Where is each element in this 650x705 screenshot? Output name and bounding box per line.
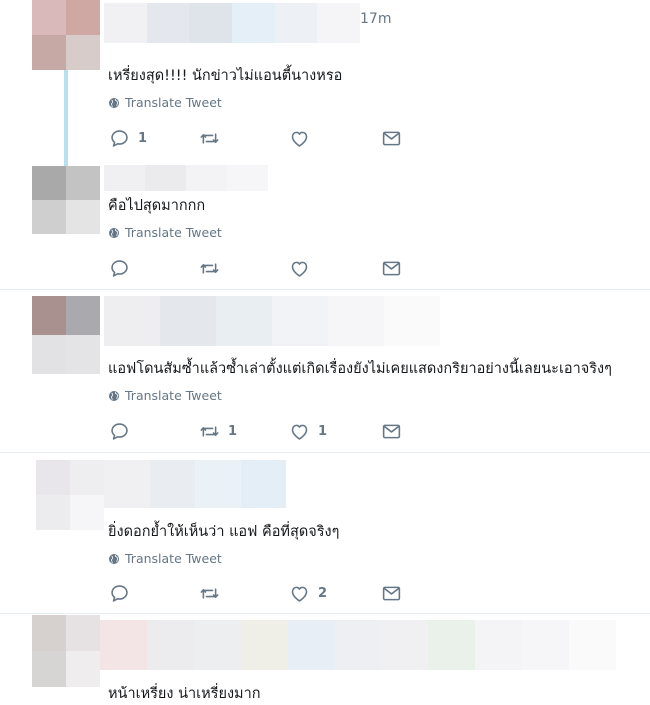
avatar[interactable] <box>32 166 100 234</box>
like-button[interactable] <box>289 128 318 149</box>
avatar[interactable] <box>32 296 100 374</box>
tweet-timestamp[interactable]: 17m <box>360 11 391 27</box>
like-count: 2 <box>318 586 328 601</box>
globe-icon <box>108 553 120 565</box>
avatar[interactable] <box>36 460 104 530</box>
globe-icon <box>108 227 120 239</box>
blurred-username[interactable] <box>100 620 616 670</box>
tweet-text: ยิ่งดอกย้ำให้เห็นว่า แอฟ คือที่สุดจริงๆ <box>108 524 340 540</box>
like-button[interactable]: 1 <box>289 421 327 442</box>
translate-label: Translate Tweet <box>125 95 222 110</box>
translate-label: Translate Tweet <box>125 225 222 240</box>
like-button[interactable] <box>289 258 318 279</box>
translate-link[interactable]: Translate Tweet <box>108 95 222 110</box>
tweet-text: หน้าเหรี่ยง น่าเหรี่ยงมาก <box>108 686 261 702</box>
tweet-text: เหรี่ยงสุด!!!! นักข่าวไม่แอนตี้นางหรอ <box>108 68 343 84</box>
avatar[interactable] <box>32 0 100 70</box>
heart-icon <box>289 128 310 149</box>
reply-button[interactable] <box>109 583 138 604</box>
retweet-icon <box>199 421 220 442</box>
retweet-button[interactable] <box>199 258 228 279</box>
mail-icon <box>381 128 402 149</box>
translate-label: Translate Tweet <box>125 388 222 403</box>
retweet-icon <box>199 128 220 149</box>
reply-icon <box>109 583 130 604</box>
retweet-button[interactable] <box>199 583 228 604</box>
tweet-divider <box>0 289 650 290</box>
tweet-divider <box>0 452 650 453</box>
reply-button[interactable]: 1 <box>109 128 147 149</box>
reply-button[interactable] <box>109 258 138 279</box>
thread-line <box>64 70 68 166</box>
blurred-username[interactable] <box>104 165 268 191</box>
retweet-icon <box>199 258 220 279</box>
tweet-divider <box>0 613 650 614</box>
retweet-icon <box>199 583 220 604</box>
like-count: 1 <box>318 424 328 439</box>
globe-icon <box>108 390 120 402</box>
mail-icon <box>381 421 402 442</box>
reply-button[interactable] <box>109 421 138 442</box>
reply-icon <box>109 421 130 442</box>
mail-icon <box>381 258 402 279</box>
retweet-button[interactable] <box>199 128 228 149</box>
globe-icon <box>108 97 120 109</box>
translate-link[interactable]: Translate Tweet <box>108 388 222 403</box>
blurred-username[interactable] <box>104 460 286 508</box>
dm-button[interactable] <box>381 128 402 149</box>
dm-button[interactable] <box>381 258 402 279</box>
reply-icon <box>109 258 130 279</box>
blurred-username[interactable] <box>104 296 440 346</box>
like-button[interactable]: 2 <box>289 583 327 604</box>
heart-icon <box>289 583 310 604</box>
dm-button[interactable] <box>381 583 402 604</box>
translate-link[interactable]: Translate Tweet <box>108 225 222 240</box>
tweet-text: คือไปสุดมากกก <box>108 198 206 214</box>
translate-link[interactable]: Translate Tweet <box>108 551 222 566</box>
heart-icon <box>289 421 310 442</box>
mail-icon <box>381 583 402 604</box>
blurred-username[interactable] <box>104 3 360 43</box>
retweet-button[interactable]: 1 <box>199 421 237 442</box>
reply-count: 1 <box>138 131 148 146</box>
avatar[interactable] <box>32 615 100 687</box>
tweet-text: แอฟโดนสัมซ้ำแล้วซ้ำเล่าตั้งแต่เกิดเรื่อง… <box>108 361 612 377</box>
retweet-count: 1 <box>228 424 238 439</box>
dm-button[interactable] <box>381 421 402 442</box>
heart-icon <box>289 258 310 279</box>
translate-label: Translate Tweet <box>125 551 222 566</box>
reply-icon <box>109 128 130 149</box>
